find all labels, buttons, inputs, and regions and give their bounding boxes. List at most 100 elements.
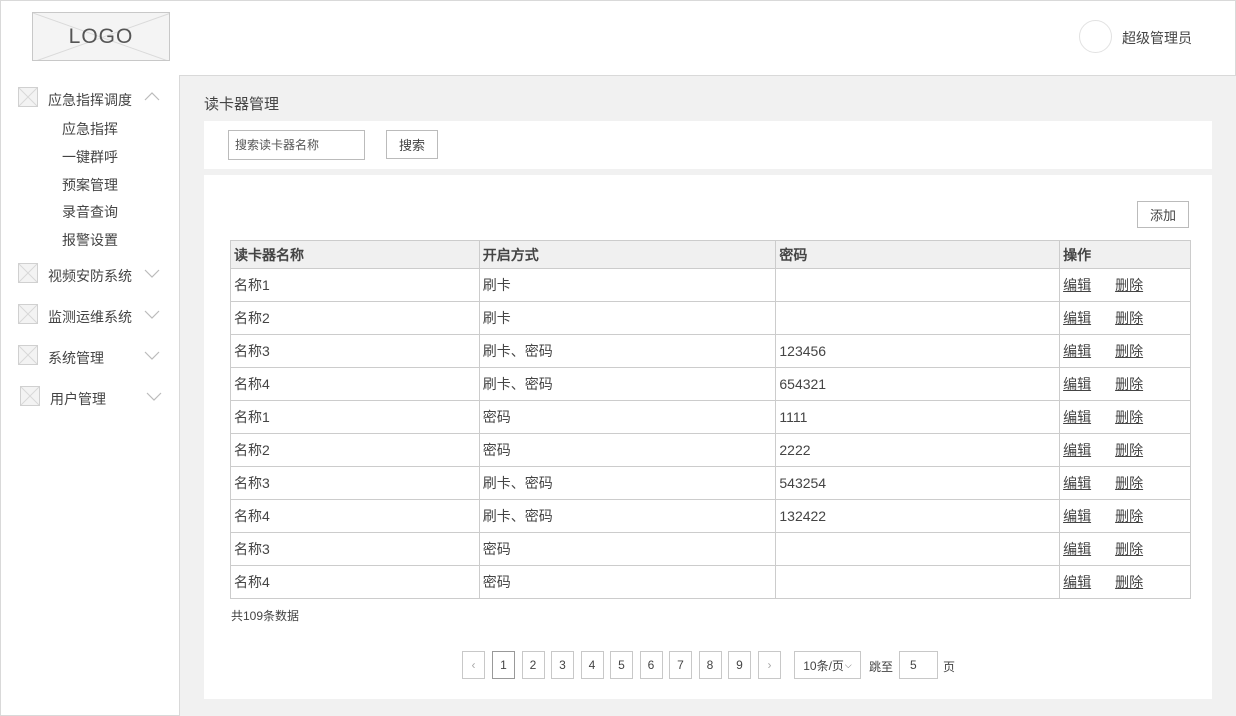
sidebar-group-emergency[interactable]: 应急指挥调度	[1, 87, 179, 111]
cell-open-mode: 刷卡、密码	[478, 367, 777, 401]
edit-link[interactable]: 编辑	[1063, 442, 1091, 458]
cell-actions: 编辑 删除	[1059, 400, 1191, 434]
column-header-password: 密码	[775, 240, 1061, 269]
delete-link[interactable]: 删除	[1115, 541, 1143, 557]
page-button-9[interactable]: 9	[728, 651, 751, 679]
delete-link[interactable]: 删除	[1115, 475, 1143, 491]
cell-open-mode: 密码	[478, 433, 777, 467]
cell-open-mode: 刷卡	[478, 268, 777, 302]
delete-link[interactable]: 删除	[1115, 277, 1143, 293]
page-size-select[interactable]: 10条/页 ⌵	[794, 651, 861, 679]
sidebar-group-label: 系统管理	[48, 350, 104, 366]
table-panel: 添加 读卡器名称 开启方式 密码 操作 名称1 刷卡 编辑 删除 名称2 刷卡 编辑 删除 名称…	[204, 175, 1212, 699]
cell-actions: 编辑 删除	[1059, 301, 1191, 335]
cell-password: 543254	[775, 466, 1061, 500]
delete-link[interactable]: 删除	[1115, 574, 1143, 590]
cell-open-mode: 刷卡、密码	[478, 334, 777, 368]
cell-actions: 编辑 删除	[1059, 367, 1191, 401]
page-button-5[interactable]: 5	[610, 651, 633, 679]
page-button-8[interactable]: 8	[698, 651, 722, 679]
delete-link[interactable]: 删除	[1115, 343, 1143, 359]
sidebar-item-alarm-settings[interactable]: 报警设置	[62, 230, 118, 250]
sidebar-item-group-call[interactable]: 一键群呼	[62, 147, 118, 167]
page-button-7[interactable]: 7	[669, 651, 692, 679]
sidebar-group-label: 监测运维系统	[48, 309, 132, 325]
chevron-down-icon: ⌵	[844, 659, 852, 670]
delete-link[interactable]: 删除	[1115, 442, 1143, 458]
edit-link[interactable]: 编辑	[1063, 475, 1091, 491]
total-count: 共109条数据	[231, 609, 300, 623]
chevron-down-icon	[144, 351, 160, 360]
avatar[interactable]	[1079, 20, 1112, 53]
edit-link[interactable]: 编辑	[1063, 508, 1091, 524]
sidebar-group-label: 应急指挥调度	[48, 92, 132, 108]
cell-password: 654321	[775, 367, 1061, 401]
sidebar-group-system[interactable]: 系统管理	[1, 345, 179, 369]
table-row: 名称4 刷卡、密码 132422 编辑 删除	[230, 499, 1191, 533]
logo-text: LOGO	[68, 24, 134, 48]
column-header-open-mode: 开启方式	[478, 240, 777, 269]
cell-actions: 编辑 删除	[1059, 532, 1191, 566]
page-button-1[interactable]: 1	[492, 651, 515, 679]
chevron-down-icon	[146, 392, 162, 401]
cell-password	[775, 565, 1061, 599]
username[interactable]: 超级管理员	[1122, 28, 1192, 48]
search-button[interactable]: 搜索	[386, 130, 438, 159]
table-row: 名称4 密码 编辑 删除	[230, 565, 1191, 599]
jump-page-input[interactable]	[899, 651, 938, 679]
cell-name: 名称1	[230, 268, 480, 302]
sidebar: 应急指挥调度 应急指挥 一键群呼 预案管理 录音查询 报警设置 视频安防系统 监…	[0, 75, 180, 716]
cell-actions: 编辑 删除	[1059, 334, 1191, 368]
delete-link[interactable]: 删除	[1115, 409, 1143, 425]
edit-link[interactable]: 编辑	[1063, 574, 1091, 590]
search-input[interactable]	[228, 130, 365, 160]
edit-link[interactable]: 编辑	[1063, 376, 1091, 392]
cell-name: 名称2	[230, 301, 480, 335]
edit-link[interactable]: 编辑	[1063, 277, 1091, 293]
logo[interactable]: LOGO	[32, 12, 170, 61]
edit-link[interactable]: 编辑	[1063, 343, 1091, 359]
image-placeholder-icon	[18, 345, 38, 365]
delete-link[interactable]: 删除	[1115, 310, 1143, 326]
image-placeholder-icon	[18, 263, 38, 283]
sidebar-item-recording-query[interactable]: 录音查询	[62, 202, 118, 222]
delete-link[interactable]: 删除	[1115, 376, 1143, 392]
top-header: LOGO 超级管理员	[0, 0, 1236, 76]
cell-password: 132422	[775, 499, 1061, 533]
edit-link[interactable]: 编辑	[1063, 409, 1091, 425]
sidebar-group-user[interactable]: 用户管理	[1, 386, 179, 410]
page-button-6[interactable]: 6	[639, 651, 663, 679]
cell-actions: 编辑 删除	[1059, 433, 1191, 467]
cell-open-mode: 刷卡、密码	[478, 499, 777, 533]
table-row: 名称3 刷卡、密码 123456 编辑 删除	[230, 334, 1191, 368]
table-row: 名称3 刷卡、密码 543254 编辑 删除	[230, 466, 1191, 500]
image-placeholder-icon	[18, 87, 38, 107]
search-panel: 搜索	[204, 121, 1212, 169]
page-button-2[interactable]: 2	[521, 651, 545, 679]
cell-actions: 编辑 删除	[1059, 565, 1191, 599]
cell-name: 名称4	[230, 565, 480, 599]
cell-open-mode: 刷卡、密码	[478, 466, 777, 500]
sidebar-group-monitoring[interactable]: 监测运维系统	[1, 304, 179, 328]
sidebar-item-emergency-command[interactable]: 应急指挥	[62, 119, 118, 139]
edit-link[interactable]: 编辑	[1063, 310, 1091, 326]
cell-name: 名称3	[230, 532, 480, 566]
column-header-actions: 操作	[1059, 240, 1191, 269]
edit-link[interactable]: 编辑	[1063, 541, 1091, 557]
table-row: 名称3 密码 编辑 删除	[230, 532, 1191, 566]
prev-page-button[interactable]: ‹	[462, 651, 485, 679]
delete-link[interactable]: 删除	[1115, 508, 1143, 524]
page-button-4[interactable]: 4	[580, 651, 604, 679]
sidebar-group-label: 视频安防系统	[48, 268, 132, 284]
cell-password	[775, 268, 1061, 302]
cell-name: 名称4	[230, 499, 480, 533]
table-row: 名称1 刷卡 编辑 删除	[230, 268, 1191, 302]
cell-name: 名称3	[230, 466, 480, 500]
next-page-button[interactable]: ›	[758, 651, 781, 679]
sidebar-group-video-security[interactable]: 视频安防系统	[1, 263, 179, 287]
add-button[interactable]: 添加	[1137, 201, 1189, 228]
jump-label: 跳至	[869, 660, 894, 674]
cell-actions: 编辑 删除	[1059, 499, 1191, 533]
sidebar-item-plan-management[interactable]: 预案管理	[62, 175, 118, 195]
page-button-3[interactable]: 3	[551, 651, 574, 679]
